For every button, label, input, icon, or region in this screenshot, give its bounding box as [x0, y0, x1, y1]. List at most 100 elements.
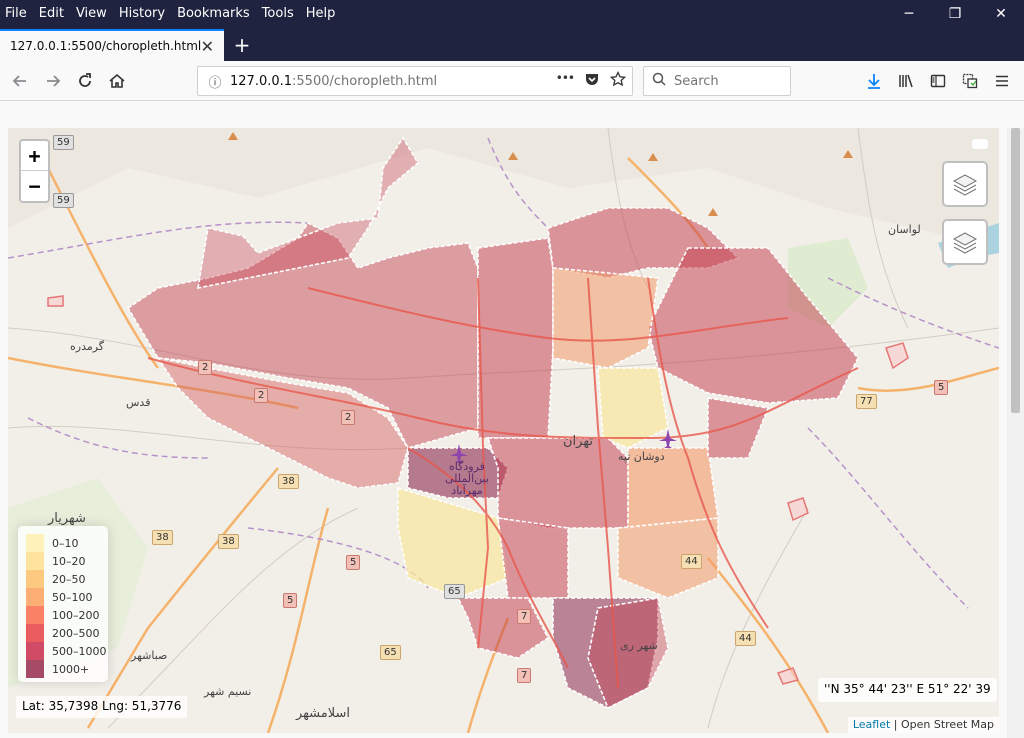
- road-shield: 59: [53, 193, 74, 208]
- info-icon[interactable]: ⓘ: [202, 72, 228, 91]
- road-shield: 2: [198, 360, 213, 375]
- legend-swatch: [26, 570, 44, 588]
- pocket-icon[interactable]: [584, 71, 600, 87]
- road-shield: 5: [934, 380, 949, 395]
- legend-label: 50–100: [52, 590, 93, 604]
- back-button[interactable]: [6, 67, 34, 95]
- minimize-button[interactable]: ─: [886, 0, 932, 28]
- cursor-coordinates: Lat: 35,7398 Lng: 51,3776: [16, 696, 188, 718]
- road-shield: 44: [681, 554, 702, 569]
- place-label-doshan-tappeh: دوشان تپه: [618, 450, 665, 463]
- legend-label: 10–20: [52, 554, 86, 568]
- forward-button[interactable]: [39, 67, 67, 95]
- back-arrow-icon: [12, 75, 26, 87]
- road-shield: 7: [517, 609, 532, 624]
- menu-tools[interactable]: Tools: [256, 4, 300, 24]
- district-south-west: [456, 597, 550, 659]
- place-label-sabashahr: صباشهر: [131, 649, 168, 662]
- road-shield: 5: [346, 555, 361, 570]
- menu-button[interactable]: [988, 67, 1016, 95]
- leaflet-link[interactable]: Leaflet: [853, 718, 890, 731]
- sidebar-button[interactable]: [924, 67, 952, 95]
- menu-view[interactable]: View: [70, 4, 113, 24]
- map-legend: 0–10 10–20 20–50 50–100 100–200 200–500 500–10…: [18, 526, 108, 682]
- legend-label: 200–500: [52, 626, 100, 640]
- place-label-shahre-rey: شهر ری: [620, 639, 658, 652]
- menu-history[interactable]: History: [113, 4, 171, 24]
- place-label-shahriar: شهریار: [48, 511, 86, 526]
- road-shield: 38: [278, 474, 299, 489]
- reload-button[interactable]: [71, 67, 99, 95]
- url-bar[interactable]: ⓘ 127.0.0.1:5500/choropleth.html •••: [197, 66, 633, 96]
- place-label-garmdareh: گرمدره: [70, 340, 105, 353]
- legend-label: 20–50: [52, 572, 86, 586]
- home-icon: [109, 73, 125, 88]
- reload-icon: [79, 73, 91, 87]
- legend-row: 20–50: [26, 570, 108, 588]
- legend-label: 100–200: [52, 608, 100, 622]
- district-southwest-light: [397, 486, 509, 599]
- place-label-lavasan: لواسان: [888, 223, 921, 236]
- url-text: 127.0.0.1:5500/choropleth.html: [230, 74, 437, 89]
- district-south-central: [497, 517, 569, 599]
- place-label-airport: فرودگاه بین‌المللی مهرآباد: [445, 460, 489, 497]
- zoom-in-button[interactable]: +: [21, 141, 48, 171]
- road-shield: 2: [341, 410, 356, 425]
- scrollbar-thumb[interactable]: [1011, 128, 1020, 413]
- hamburger-icon: [996, 75, 1008, 87]
- place-label-nasimshahr: نسیم شهر: [204, 685, 252, 698]
- district-southeast: [617, 517, 719, 599]
- menu-edit[interactable]: Edit: [33, 4, 70, 24]
- url-path: :5500/choropleth.html: [292, 73, 438, 89]
- legend-label: 500–1000: [52, 644, 107, 658]
- place-label-eslamshahr: اسلامشهر: [296, 706, 350, 721]
- navigation-toolbar: ⓘ 127.0.0.1:5500/choropleth.html ••• Sea…: [0, 61, 1024, 101]
- legend-row: 100–200: [26, 606, 108, 624]
- district-ne-peach: [552, 267, 659, 369]
- home-button[interactable]: [103, 67, 131, 95]
- choropleth-map[interactable]: تهران لواسان شهریار شهر ری اسلامشهر قدس …: [8, 128, 999, 733]
- screenshot-button[interactable]: [956, 67, 984, 95]
- menu-file[interactable]: File: [0, 4, 33, 24]
- layers-control-overlay[interactable]: [942, 219, 988, 265]
- library-button[interactable]: [892, 67, 920, 95]
- road-shield: 2: [254, 388, 269, 403]
- bookmark-star-icon[interactable]: [610, 71, 626, 87]
- page-actions-icon[interactable]: •••: [556, 71, 575, 87]
- tab-close-icon[interactable]: ✕: [201, 37, 214, 56]
- maximize-button[interactable]: ❐: [932, 0, 978, 28]
- district-central: [486, 437, 629, 529]
- menu-help[interactable]: Help: [300, 4, 342, 24]
- tab-active[interactable]: 127.0.0.1:5500/choropleth.html ✕: [0, 29, 224, 61]
- tab-title: 127.0.0.1:5500/choropleth.html: [10, 39, 202, 53]
- vertical-scrollbar[interactable]: [1007, 128, 1024, 738]
- legend-swatch: [26, 642, 44, 660]
- road-shield: 59: [53, 135, 74, 150]
- road-shield: 38: [218, 534, 239, 549]
- fullscreen-toggle[interactable]: [972, 139, 988, 149]
- new-tab-button[interactable]: +: [228, 31, 256, 59]
- road-shield: 77: [856, 394, 877, 409]
- road-shield: 65: [380, 645, 401, 660]
- tab-bar: 127.0.0.1:5500/choropleth.html ✕ +: [0, 28, 1024, 61]
- legend-row: 0–10: [26, 534, 108, 552]
- zoom-out-button[interactable]: −: [21, 171, 48, 201]
- search-input[interactable]: Search: [643, 66, 791, 96]
- layers-control-base[interactable]: [942, 161, 988, 207]
- downloads-button[interactable]: [860, 67, 888, 95]
- forward-arrow-icon: [47, 75, 61, 87]
- screenshot-icon: [962, 73, 978, 89]
- legend-row: 200–500: [26, 624, 108, 642]
- search-placeholder: Search: [674, 73, 719, 89]
- legend-label: 0–10: [52, 536, 79, 550]
- legend-swatch: [26, 588, 44, 606]
- library-icon: [899, 74, 913, 88]
- sidebar-icon: [930, 74, 946, 88]
- close-window-button[interactable]: ✕: [978, 0, 1024, 28]
- place-label-qods: قدس: [126, 396, 151, 409]
- road-shield: 44: [735, 631, 756, 646]
- menu-bookmarks[interactable]: Bookmarks: [171, 4, 256, 24]
- center-coordinates-dms: ''N 35° 44' 23'' E 51° 22' 39: [818, 678, 997, 702]
- legend-swatch: [26, 606, 44, 624]
- road-shield: 7: [517, 668, 532, 683]
